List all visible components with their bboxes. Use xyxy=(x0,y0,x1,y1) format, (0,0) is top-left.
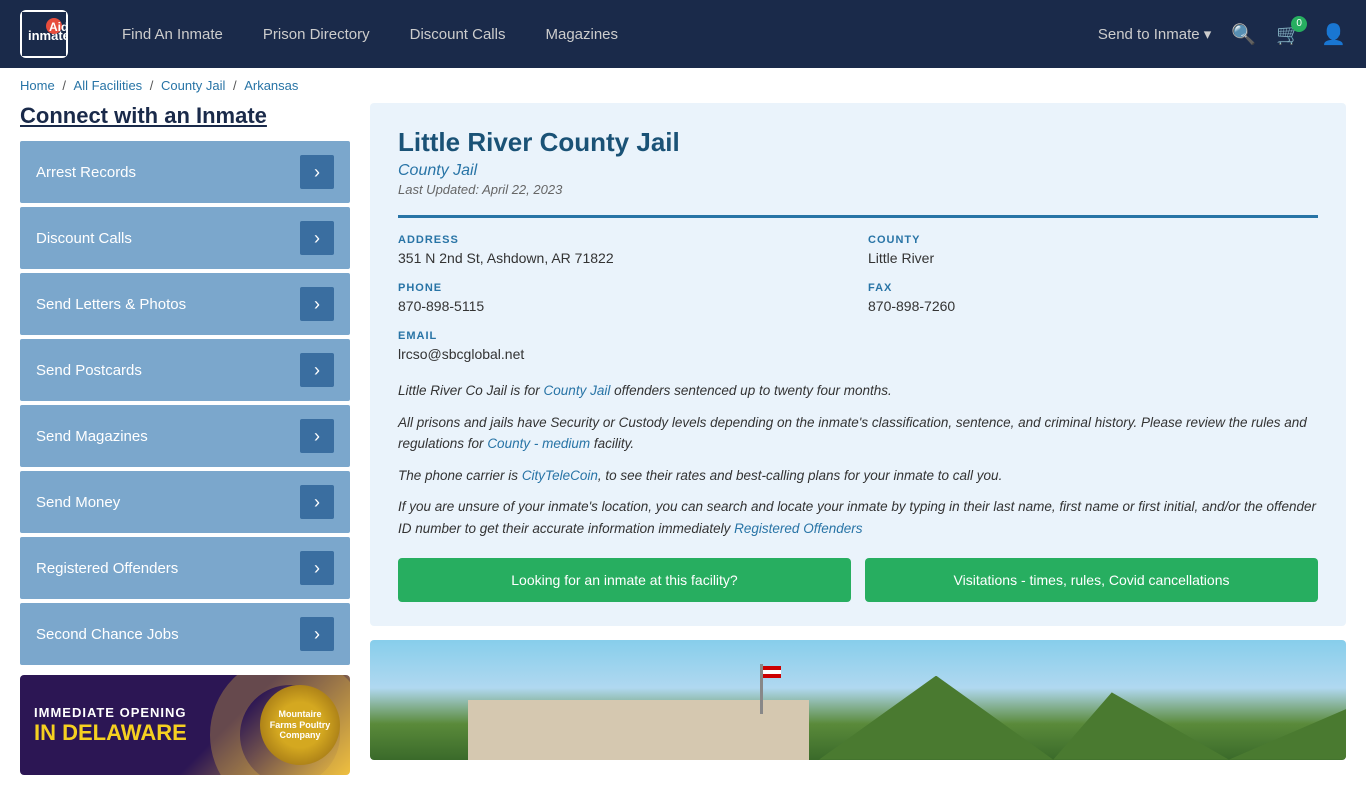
address-block: ADDRESS 351 N 2nd St, Ashdown, AR 71822 xyxy=(398,234,848,266)
sidebar-item-arrest-records[interactable]: Arrest Records › xyxy=(20,141,350,203)
sidebar-item-label: Discount Calls xyxy=(36,230,132,247)
sidebar-item-label: Send Postcards xyxy=(36,362,142,379)
main-layout: Connect with an Inmate Arrest Records › … xyxy=(0,103,1366,795)
facility-type: County Jail xyxy=(398,162,1318,180)
phone-value: 870-898-5115 xyxy=(398,298,848,314)
chevron-right-icon: › xyxy=(300,551,334,585)
facility-card: Little River County Jail County Jail Las… xyxy=(370,103,1346,626)
nav-right: Send to Inmate ▾ 🔍 🛒 0 👤 xyxy=(1098,22,1346,47)
nav-links: Find An Inmate Prison Directory Discount… xyxy=(122,26,1068,43)
email-label: EMAIL xyxy=(398,330,848,342)
sidebar: Connect with an Inmate Arrest Records › … xyxy=(20,103,350,775)
breadcrumb-sep1: / xyxy=(62,78,69,93)
nav-find-inmate[interactable]: Find An Inmate xyxy=(122,26,223,43)
sidebar-item-registered-offenders[interactable]: Registered Offenders › xyxy=(20,537,350,599)
fax-value: 870-898-7260 xyxy=(868,298,1318,314)
phone-block: PHONE 870-898-5115 xyxy=(398,282,848,314)
breadcrumb-home[interactable]: Home xyxy=(20,78,55,93)
facility-name: Little River County Jail xyxy=(398,127,1318,158)
sidebar-menu: Arrest Records › Discount Calls › Send L… xyxy=(20,141,350,665)
phone-label: PHONE xyxy=(398,282,848,294)
search-button[interactable]: 🔍 xyxy=(1231,22,1256,47)
sidebar-item-label: Send Magazines xyxy=(36,428,148,445)
address-value: 351 N 2nd St, Ashdown, AR 71822 xyxy=(398,250,848,266)
send-to-inmate-button[interactable]: Send to Inmate ▾ xyxy=(1098,25,1211,43)
facility-content: Little River County Jail County Jail Las… xyxy=(370,103,1346,775)
chevron-right-icon: › xyxy=(300,419,334,453)
chevron-right-icon: › xyxy=(300,617,334,651)
action-buttons: Looking for an inmate at this facility? … xyxy=(398,558,1318,602)
chevron-right-icon: › xyxy=(300,155,334,189)
facility-last-updated: Last Updated: April 22, 2023 xyxy=(398,182,1318,197)
sidebar-item-discount-calls[interactable]: Discount Calls › xyxy=(20,207,350,269)
sidebar-item-second-chance-jobs[interactable]: Second Chance Jobs › xyxy=(20,603,350,665)
nav-magazines[interactable]: Magazines xyxy=(545,26,618,43)
facility-info-grid: ADDRESS 351 N 2nd St, Ashdown, AR 71822 … xyxy=(398,215,1318,362)
looking-for-inmate-button[interactable]: Looking for an inmate at this facility? xyxy=(398,558,851,602)
nav-discount-calls[interactable]: Discount Calls xyxy=(410,26,506,43)
facility-desc1: Little River Co Jail is for County Jail … xyxy=(398,380,1318,402)
breadcrumb-all-facilities[interactable]: All Facilities xyxy=(74,78,143,93)
user-account-button[interactable]: 👤 xyxy=(1321,22,1346,47)
sidebar-title: Connect with an Inmate xyxy=(20,103,350,129)
photo-flag xyxy=(760,664,763,714)
logo[interactable]: inmate Aid xyxy=(20,10,72,58)
registered-offenders-link[interactable]: Registered Offenders xyxy=(734,521,862,536)
ad-immediate-text: IMMEDIATE OPENING xyxy=(34,705,187,720)
facility-photo xyxy=(370,640,1346,760)
cart-badge: 0 xyxy=(1291,16,1307,32)
sidebar-item-label: Second Chance Jobs xyxy=(36,626,179,643)
sidebar-item-send-money[interactable]: Send Money › xyxy=(20,471,350,533)
ad-logo: Mountaire Farms Poultry Company xyxy=(260,685,340,765)
nav-prison-directory[interactable]: Prison Directory xyxy=(263,26,370,43)
navbar: inmate Aid Find An Inmate Prison Directo… xyxy=(0,0,1366,68)
breadcrumb-sep3: / xyxy=(233,78,240,93)
photo-trees xyxy=(760,676,1346,760)
ad-text: IMMEDIATE OPENING IN DELAWARE xyxy=(34,705,187,746)
county-block: COUNTY Little River xyxy=(868,234,1318,266)
ad-banner[interactable]: IMMEDIATE OPENING IN DELAWARE Mountaire … xyxy=(20,675,350,775)
ad-state-text: IN DELAWARE xyxy=(34,720,187,746)
svg-text:Aid: Aid xyxy=(49,20,66,34)
chevron-right-icon: › xyxy=(300,221,334,255)
facility-desc2: All prisons and jails have Security or C… xyxy=(398,412,1318,455)
facility-desc3: The phone carrier is CityTeleCoin, to se… xyxy=(398,465,1318,487)
county-label: COUNTY xyxy=(868,234,1318,246)
breadcrumb-county-jail[interactable]: County Jail xyxy=(161,78,225,93)
cart-button[interactable]: 🛒 0 xyxy=(1276,22,1301,47)
chevron-right-icon: › xyxy=(300,287,334,321)
sidebar-item-send-postcards[interactable]: Send Postcards › xyxy=(20,339,350,401)
logo-icon: inmate Aid xyxy=(20,10,68,58)
address-label: ADDRESS xyxy=(398,234,848,246)
county-value: Little River xyxy=(868,250,1318,266)
chevron-right-icon: › xyxy=(300,485,334,519)
visitations-button[interactable]: Visitations - times, rules, Covid cancel… xyxy=(865,558,1318,602)
sidebar-item-send-magazines[interactable]: Send Magazines › xyxy=(20,405,350,467)
email-block: EMAIL lrcso@sbcglobal.net xyxy=(398,330,848,362)
chevron-right-icon: › xyxy=(300,353,334,387)
fax-block: FAX 870-898-7260 xyxy=(868,282,1318,314)
photo-building xyxy=(468,700,810,760)
breadcrumb: Home / All Facilities / County Jail / Ar… xyxy=(0,68,1366,103)
county-jail-link[interactable]: County Jail xyxy=(544,383,611,398)
sidebar-item-label: Send Letters & Photos xyxy=(36,296,186,313)
breadcrumb-arkansas[interactable]: Arkansas xyxy=(244,78,298,93)
sidebar-item-label: Registered Offenders xyxy=(36,560,178,577)
facility-desc4: If you are unsure of your inmate's locat… xyxy=(398,496,1318,539)
citytelecoin-link[interactable]: CityTeleCoin xyxy=(522,468,598,483)
county-medium-link[interactable]: County - medium xyxy=(487,436,590,451)
breadcrumb-sep2: / xyxy=(150,78,157,93)
sidebar-item-label: Send Money xyxy=(36,494,120,511)
fax-label: FAX xyxy=(868,282,1318,294)
sidebar-item-label: Arrest Records xyxy=(36,164,136,181)
email-value: lrcso@sbcglobal.net xyxy=(398,346,848,362)
sidebar-item-send-letters[interactable]: Send Letters & Photos › xyxy=(20,273,350,335)
